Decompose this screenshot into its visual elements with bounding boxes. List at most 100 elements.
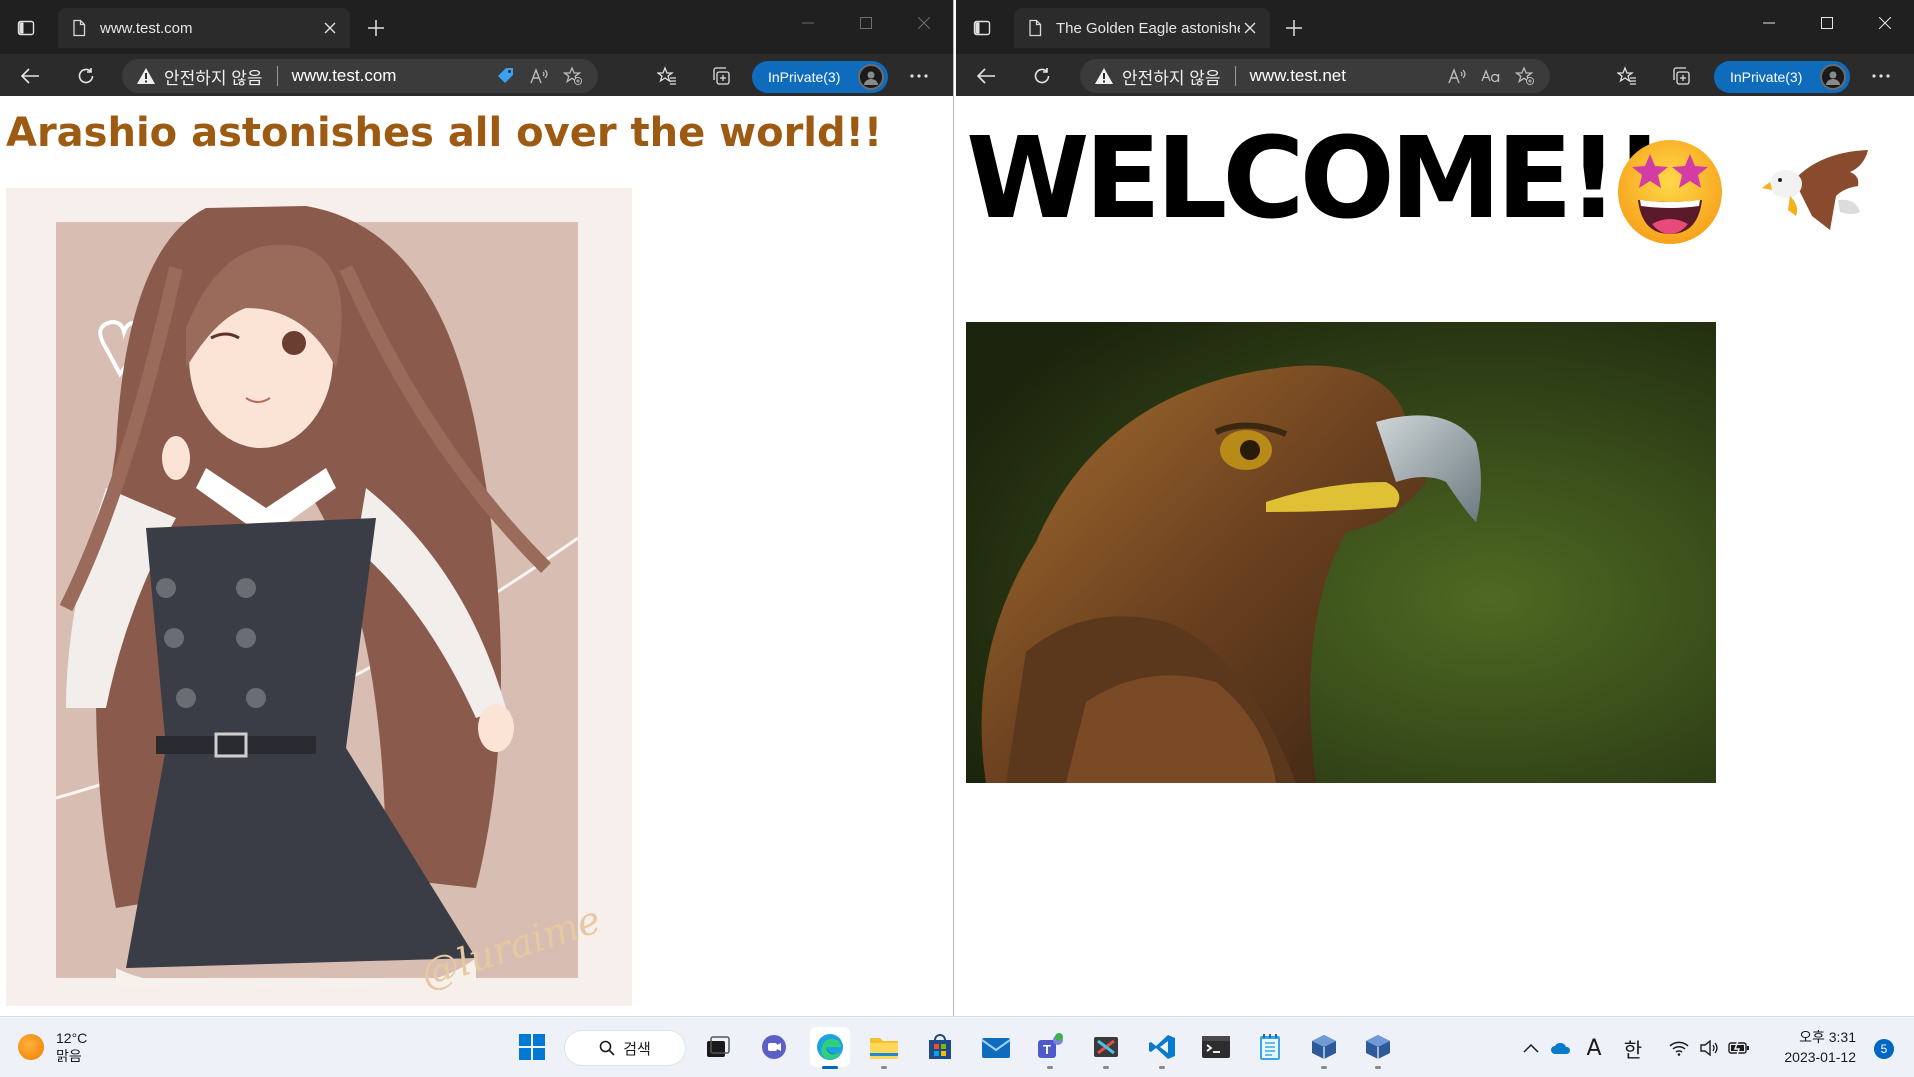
back-arrow-icon [976, 68, 995, 84]
refresh-button[interactable] [1024, 62, 1060, 90]
back-button[interactable] [12, 62, 48, 90]
clock[interactable]: 오후 3:31 2023-01-12 [1784, 1027, 1856, 1067]
collections-button[interactable] [1664, 62, 1698, 90]
refresh-icon [1034, 68, 1050, 84]
battery-button[interactable] [1724, 1033, 1754, 1063]
url-text[interactable]: www.test.com [292, 66, 486, 86]
tab-bar: The Golden Eagle astonishes all over [956, 0, 1914, 54]
tab-bar: www.test.com [0, 0, 953, 54]
store-button[interactable] [920, 1027, 960, 1067]
price-tag-button[interactable] [490, 61, 520, 91]
folder-icon [870, 1038, 898, 1059]
notification-badge[interactable]: 5 [1874, 1039, 1894, 1059]
minimize-button[interactable] [779, 0, 837, 46]
show-hidden-icons-button[interactable] [1516, 1033, 1546, 1063]
virtualbox-button-1[interactable] [1304, 1027, 1344, 1069]
settings-more-button[interactable] [902, 62, 936, 90]
security-label[interactable]: 안전하지 않음 [1122, 64, 1221, 89]
close-window-button[interactable] [895, 0, 953, 46]
store-icon [929, 1034, 951, 1059]
security-label[interactable]: 안전하지 않음 [164, 64, 263, 89]
file-explorer-button[interactable] [864, 1027, 904, 1069]
browser-window-right: The Golden Eagle astonishes all over [956, 0, 1914, 1016]
task-view-icon [707, 1036, 730, 1057]
collections-icon [1673, 67, 1690, 85]
inprivate-button[interactable]: InPrivate(3) [1714, 61, 1850, 93]
favorites-button[interactable] [650, 62, 684, 90]
page-heading: WELCOME!! [966, 114, 1665, 244]
volume-button[interactable] [1694, 1033, 1724, 1063]
profile-avatar-icon [858, 64, 884, 90]
translate-button[interactable] [1476, 61, 1506, 91]
add-favorite-button[interactable] [558, 61, 588, 91]
page-content: WELCOME!! [956, 96, 1914, 1016]
favorites-icon [1617, 66, 1636, 85]
weather-description: 맑음 [56, 1048, 82, 1064]
taskbar-search-button[interactable]: 검색 [564, 1030, 686, 1066]
more-icon [910, 74, 928, 78]
close-window-button[interactable] [1856, 0, 1914, 46]
tab-actions-button[interactable] [10, 14, 42, 42]
minimize-icon [1763, 22, 1775, 24]
read-aloud-icon [530, 68, 548, 84]
chat-button[interactable] [754, 1027, 794, 1067]
url-text[interactable]: www.test.net [1250, 66, 1438, 86]
snipping-icon [1094, 1037, 1118, 1057]
ime-language-indicator[interactable]: 한 [1612, 1033, 1654, 1063]
anime-illustration: @luraime [6, 188, 632, 1006]
read-aloud-button[interactable] [524, 61, 554, 91]
wifi-button[interactable] [1664, 1033, 1694, 1063]
refresh-button[interactable] [68, 62, 104, 90]
maximize-button[interactable] [1798, 0, 1856, 46]
tab-actions-icon [17, 20, 35, 36]
maximize-button[interactable] [837, 0, 895, 46]
task-view-button[interactable] [698, 1027, 738, 1067]
inprivate-label: InPrivate(3) [768, 69, 841, 85]
weather-widget[interactable]: 12°C 맑음 [18, 1029, 87, 1065]
inprivate-button[interactable]: InPrivate(3) [752, 61, 888, 93]
edge-taskbar-button[interactable] [810, 1027, 850, 1069]
chevron-up-icon [1523, 1043, 1539, 1053]
vscode-button[interactable] [1142, 1027, 1182, 1069]
teams-button[interactable]: T [1030, 1027, 1070, 1069]
close-tab-button[interactable] [320, 18, 340, 38]
clock-time: 오후 3:31 [1799, 1029, 1856, 1045]
toolbar: 안전하지 않음 www.test.net InPrivate(3) [956, 54, 1914, 96]
tab-title: www.test.com [100, 19, 193, 37]
tab-actions-button[interactable] [966, 14, 998, 42]
terminal-icon [1202, 1036, 1230, 1058]
add-favorite-button[interactable] [1510, 61, 1540, 91]
terminal-button[interactable] [1196, 1027, 1236, 1067]
search-label: 검색 [623, 1039, 651, 1058]
read-aloud-button[interactable] [1442, 61, 1472, 91]
minimize-button[interactable] [1740, 0, 1798, 46]
tab-active[interactable]: The Golden Eagle astonishes all over [1014, 8, 1270, 48]
ime-mode-indicator[interactable]: A [1576, 1033, 1612, 1063]
taskbar: 12°C 맑음 검색 T A 한 오후 3:31 2023-01-12 5 [0, 1016, 1914, 1077]
page-icon [1029, 19, 1042, 37]
address-bar[interactable]: 안전하지 않음 www.test.com [122, 59, 598, 93]
address-bar[interactable]: 안전하지 않음 www.test.net [1080, 59, 1550, 93]
snipping-tool-button[interactable] [1086, 1027, 1126, 1069]
sun-icon [18, 1034, 44, 1060]
inprivate-label: InPrivate(3) [1730, 69, 1803, 85]
back-button[interactable] [968, 62, 1004, 90]
close-tab-button[interactable] [1240, 18, 1260, 38]
virtualbox-button-2[interactable] [1358, 1027, 1398, 1069]
favorites-button[interactable] [1610, 62, 1644, 90]
running-indicator [1047, 1066, 1053, 1069]
running-indicator [1103, 1066, 1109, 1069]
tab-active[interactable]: www.test.com [58, 8, 350, 48]
new-tab-button[interactable] [1280, 14, 1308, 42]
maximize-icon [860, 17, 872, 29]
collections-button[interactable] [704, 62, 738, 90]
translate-icon [1481, 69, 1500, 83]
settings-more-button[interactable] [1864, 62, 1898, 90]
mail-button[interactable] [976, 1027, 1016, 1067]
speaker-icon [1700, 1040, 1718, 1056]
new-tab-button[interactable] [362, 14, 390, 42]
notepad-button[interactable] [1250, 1027, 1290, 1067]
page-content: Arashio astonishes all over the world!! [0, 96, 953, 1016]
start-button[interactable] [512, 1027, 552, 1067]
onedrive-button[interactable] [1546, 1033, 1576, 1063]
